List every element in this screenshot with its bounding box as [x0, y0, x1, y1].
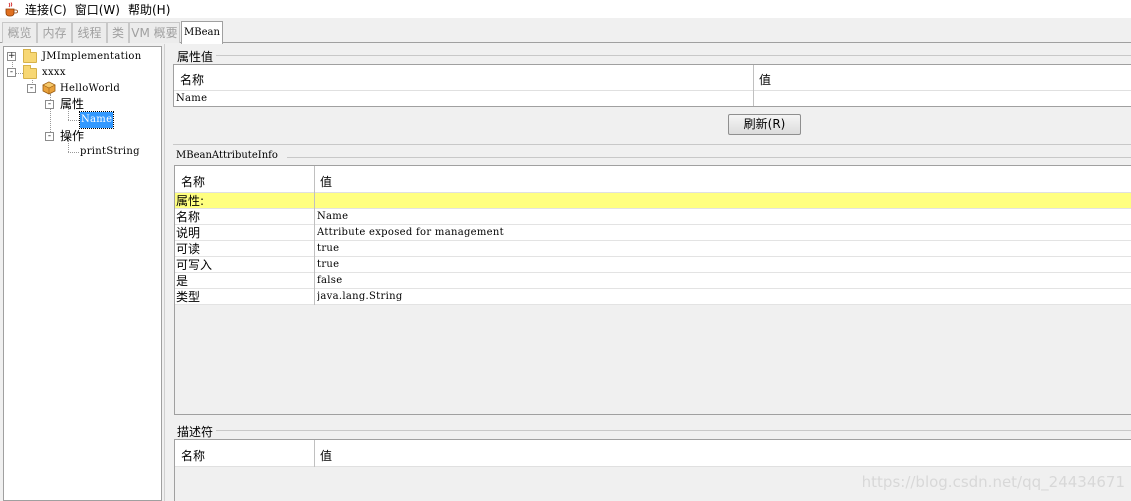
column-header-name[interactable]: 名称	[181, 173, 205, 190]
tab-overview[interactable]: 概览	[2, 22, 37, 43]
info-name-cell: 可写入	[176, 258, 213, 272]
tab-vm-summary[interactable]: VM 概要	[129, 22, 180, 43]
collapse-icon[interactable]: -	[45, 132, 54, 141]
table-row[interactable]: Name	[174, 91, 1131, 106]
tree-node-attributes[interactable]: 属性	[60, 96, 84, 112]
tab-mbean[interactable]: MBean	[181, 21, 223, 44]
info-name-cell: 类型	[176, 290, 201, 304]
tab-classes[interactable]: 类	[107, 22, 129, 43]
column-header-value[interactable]: 值	[320, 173, 332, 190]
column-header-value[interactable]: 值	[759, 71, 771, 88]
info-name-cell: 可读	[176, 242, 201, 256]
tree-node-name[interactable]: Name	[78, 111, 115, 129]
info-value-cell: true	[317, 243, 340, 254]
tree-node-operations[interactable]: 操作	[60, 128, 84, 144]
table-row[interactable]: 可读 true	[175, 241, 1131, 257]
info-value-cell: java.lang.String	[317, 291, 403, 302]
tab-bar: 概览 内存 线程 类 VM 概要 MBean	[0, 21, 1131, 44]
tree-node-jmimplementation[interactable]: JMImplementation	[42, 49, 142, 65]
group-border	[216, 55, 1131, 56]
info-name-cell: 是	[176, 274, 189, 288]
column-header-value[interactable]: 值	[320, 447, 332, 464]
folder-icon	[23, 65, 37, 79]
refresh-button[interactable]: 刷新(R)	[728, 114, 801, 135]
info-value-cell: Attribute exposed for management	[317, 227, 504, 238]
info-name-cell: 名称	[176, 210, 201, 224]
info-value-cell: false	[317, 275, 343, 286]
descriptor-title: 描述符	[177, 425, 214, 439]
collapse-icon[interactable]: -	[27, 84, 36, 93]
info-value-cell: Name	[317, 211, 349, 222]
table-row-section[interactable]: 属性:	[175, 193, 1131, 209]
column-header-name[interactable]: 名称	[180, 71, 204, 88]
tab-threads[interactable]: 线程	[72, 22, 107, 43]
collapse-icon[interactable]: -	[45, 100, 54, 109]
expand-icon[interactable]: +	[7, 52, 16, 61]
mbean-tree[interactable]: + JMImplementation - xxxx - HelloWorld -…	[3, 46, 162, 501]
table-row[interactable]: 名称 Name	[175, 209, 1131, 225]
collapse-icon[interactable]: -	[7, 68, 16, 77]
table-header: 名称 值	[175, 440, 1131, 467]
table-row[interactable]: 类型 java.lang.String	[175, 289, 1131, 305]
table-header: 名称 值	[174, 65, 1131, 91]
java-coffee-icon	[3, 1, 19, 17]
column-header-name[interactable]: 名称	[181, 447, 205, 464]
group-border	[216, 430, 1131, 431]
attribute-name-cell: Name	[176, 93, 208, 104]
menu-connection[interactable]: 连接(C)	[25, 1, 67, 18]
table-row[interactable]: 说明 Attribute exposed for management	[175, 225, 1131, 241]
attribute-values-title: 属性值	[177, 50, 214, 64]
menu-help[interactable]: 帮助(H)	[128, 1, 170, 18]
group-border	[287, 157, 1131, 158]
tree-node-printstring[interactable]: printString	[80, 144, 140, 160]
group-border	[173, 144, 1131, 145]
folder-icon	[23, 49, 37, 63]
tree-node-xxxx[interactable]: xxxx	[42, 65, 66, 81]
split-divider[interactable]	[164, 44, 170, 501]
table-row[interactable]: 可写入 true	[175, 257, 1131, 273]
info-value-cell: true	[317, 259, 340, 270]
attribute-values-table: 名称 值 Name	[173, 64, 1131, 107]
tree-node-helloworld[interactable]: HelloWorld	[60, 81, 120, 97]
section-label-cell: 属性:	[176, 194, 205, 208]
bean-icon	[42, 81, 56, 95]
table-row[interactable]: 是 false	[175, 273, 1131, 289]
column-separator[interactable]	[314, 440, 315, 467]
watermark: https://blog.csdn.net/qq_24434671	[861, 473, 1125, 491]
menu-window[interactable]: 窗口(W)	[75, 1, 120, 18]
table-header: 名称 值	[175, 166, 1131, 193]
info-name-cell: 说明	[176, 226, 201, 240]
column-separator	[314, 193, 315, 305]
mbean-attribute-info-table: 名称 值 属性: 名称 Name 说明 Attribute exposed fo…	[174, 165, 1131, 415]
mbean-attribute-info-title: MBeanAttributeInfo	[176, 150, 278, 161]
tab-memory[interactable]: 内存	[37, 22, 72, 43]
menu-bar: 连接(C) 窗口(W) 帮助(H)	[0, 0, 1131, 18]
descriptor-table: 名称 值	[174, 439, 1131, 501]
